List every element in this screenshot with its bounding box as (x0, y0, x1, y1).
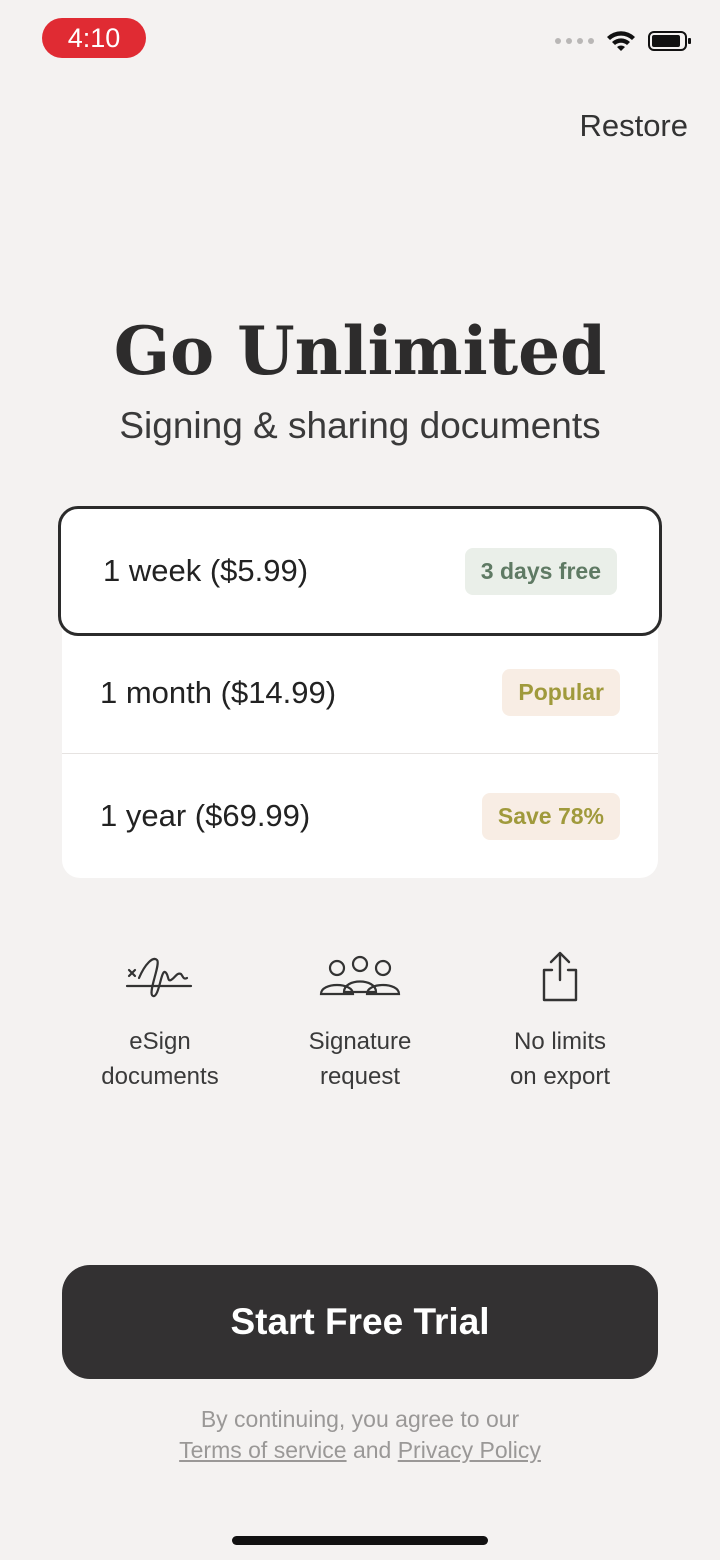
signal-dots-icon (555, 38, 594, 44)
page-subtitle: Signing & sharing documents (119, 405, 601, 446)
legal-line: By continuing, you agree to our (200, 1406, 520, 1432)
home-indicator[interactable] (232, 1536, 488, 1545)
plan-option-monthly[interactable]: 1 month ($14.99) Popular (62, 632, 658, 754)
plan-badge: Save 78% (481, 792, 620, 840)
share-icon (542, 951, 578, 1002)
paywall-screen: 4:10 Restore Go Unlimited Signing & shar… (0, 0, 720, 1560)
plan-list: 1 week ($5.99) 3 days free 1 month ($14.… (58, 506, 662, 878)
feature-list: eSign documents Signature request No lim… (60, 950, 660, 1094)
start-free-trial-button[interactable]: Start Free Trial (62, 1265, 658, 1379)
signature-icon (125, 957, 193, 998)
status-indicators (555, 30, 692, 52)
plan-label: 1 week ($5.99) (103, 553, 309, 588)
legal-and: and (352, 1437, 392, 1463)
plan-option-yearly[interactable]: 1 year ($69.99) Save 78% (62, 755, 658, 877)
terms-link[interactable]: Terms of service (179, 1437, 346, 1463)
plan-label: 1 year ($69.99) (100, 798, 311, 833)
status-time: 4:10 (42, 18, 146, 58)
page-title: Go Unlimited (113, 312, 607, 390)
feature-export: No limits on export (460, 950, 660, 1094)
restore-button[interactable]: Restore (579, 108, 688, 144)
feature-text: Signature request (308, 1028, 412, 1090)
legal-text: By continuing, you agree to our Terms of… (0, 1404, 720, 1466)
plan-badge: Popular (502, 669, 620, 716)
feature-text: No limits on export (509, 1028, 611, 1090)
feature-esign: eSign documents (60, 950, 260, 1094)
plan-label: 1 month ($14.99) (100, 674, 337, 710)
feature-signature-request: Signature request (260, 950, 460, 1094)
plan-option-weekly[interactable]: 1 week ($5.99) 3 days free (58, 506, 662, 636)
feature-text: eSign documents (101, 1028, 219, 1090)
wifi-icon (607, 31, 635, 51)
legal-links: Terms of service and Privacy Policy (0, 1435, 720, 1466)
privacy-link[interactable]: Privacy Policy (398, 1437, 541, 1463)
plan-badge: 3 days free (464, 547, 617, 595)
people-icon (319, 955, 401, 996)
battery-icon (648, 31, 691, 51)
